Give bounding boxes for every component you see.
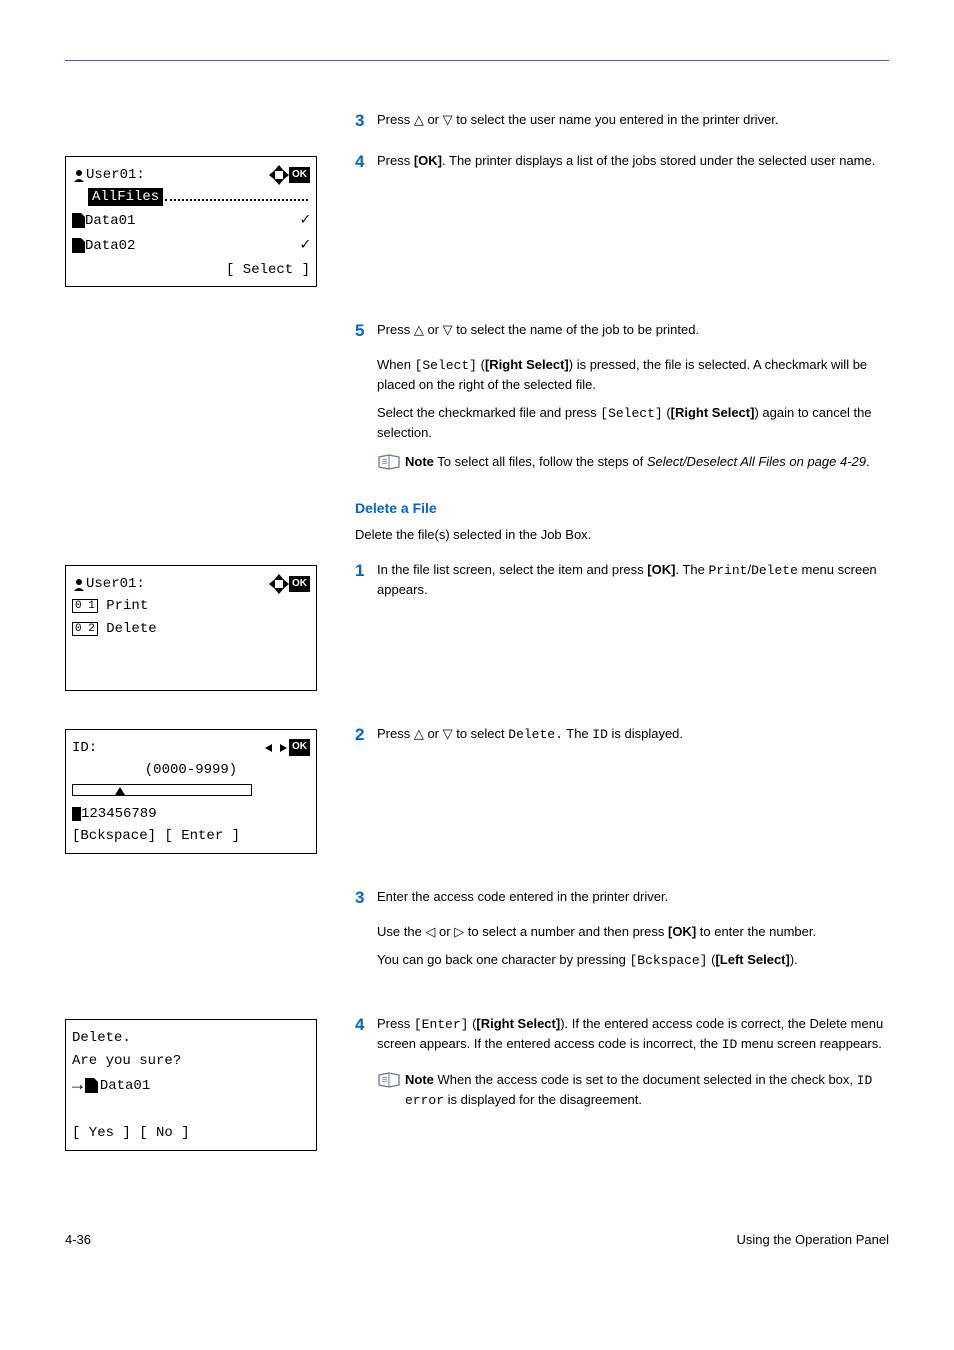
softkeys-confirm: [ Yes ] [ No ]: [72, 1123, 190, 1143]
softkeys-id: [Bckspace] [ Enter ]: [72, 826, 240, 846]
ok-icon: OK: [289, 576, 310, 593]
caret-up-icon: [115, 787, 125, 795]
footer-title: Using the Operation Panel: [737, 1231, 889, 1250]
delete-step3-detail-2: You can go back one character by pressin…: [377, 951, 889, 971]
delete-step3-detail-1: Use the ◁ or ▷ to select a number and th…: [377, 923, 889, 942]
menu-index-02: 0 2: [72, 622, 98, 636]
checkmark-icon: ✓: [300, 234, 310, 257]
lcd-screen-menu: User01: OK 0 1 Print 0 2 Delete: [65, 565, 317, 690]
lcd-screen-filelist: User01: OK AllFiles Data01 ✓ Data02 ✓: [65, 156, 317, 287]
delete-step3-text: Enter the access code entered in the pri…: [377, 888, 889, 907]
document-icon: [85, 1078, 98, 1093]
note-icon: [377, 453, 401, 471]
delete-step1-text: In the file list screen, select the item…: [377, 561, 889, 600]
right-arrow-icon: [280, 744, 287, 752]
page-number: 4-36: [65, 1231, 91, 1250]
step-number: 3: [355, 888, 377, 913]
step-4-text: Press [OK]. The printer displays a list …: [377, 152, 889, 171]
ok-icon: OK: [289, 167, 310, 184]
arrow-right-icon: →: [72, 1073, 83, 1099]
delete-step2-text: Press △ or ▽ to select Delete. The ID is…: [377, 725, 889, 745]
page-footer: 4-36 Using the Operation Panel: [65, 1231, 889, 1250]
step-5-text: Press △ or ▽ to select the name of the j…: [377, 321, 889, 340]
user-icon: [72, 168, 86, 182]
checkmark-icon: ✓: [300, 209, 310, 232]
nav-icon: [271, 576, 287, 592]
step-number: 3: [355, 111, 377, 136]
delete-step4-text: Press [Enter] ([Right Select]). If the e…: [377, 1015, 889, 1055]
menu-index-01: 0 1: [72, 599, 98, 613]
step-3-text: Press △ or ▽ to select the user name you…: [377, 111, 889, 130]
step-number: 4: [355, 152, 377, 177]
note-icon: [377, 1071, 401, 1089]
lcd-screen-confirm: Delete. Are you sure? → Data01 [ Yes ] […: [65, 1019, 317, 1150]
header-rule: [65, 60, 889, 61]
step-5-detail-2: Select the checkmarked file and press [S…: [377, 404, 889, 443]
document-icon: [72, 213, 85, 228]
user-icon: [72, 577, 86, 591]
softkey-select: [ Select ]: [226, 260, 310, 280]
cursor-icon: [72, 807, 81, 821]
step-number: 4: [355, 1015, 377, 1061]
step-number: 1: [355, 561, 377, 606]
step-5-detail-1: When [Select] ([Right Select]) is presse…: [377, 356, 889, 395]
ok-icon: OK: [289, 739, 310, 756]
note-block: Note When the access code is set to the …: [377, 1071, 889, 1111]
note-block: Note To select all files, follow the ste…: [377, 453, 889, 472]
lcd-screen-id: ID: OK (0000-9999) 123456789 [Bckspace] …: [65, 729, 317, 854]
selected-row: AllFiles: [88, 188, 163, 206]
nav-icon: [271, 167, 287, 183]
document-icon: [72, 238, 85, 253]
left-arrow-icon: [265, 744, 272, 752]
step-number: 2: [355, 725, 377, 751]
section-heading-delete: Delete a File: [355, 498, 889, 518]
id-field: [72, 784, 252, 796]
delete-intro: Delete the file(s) selected in the Job B…: [355, 526, 889, 545]
step-number: 5: [355, 321, 377, 346]
